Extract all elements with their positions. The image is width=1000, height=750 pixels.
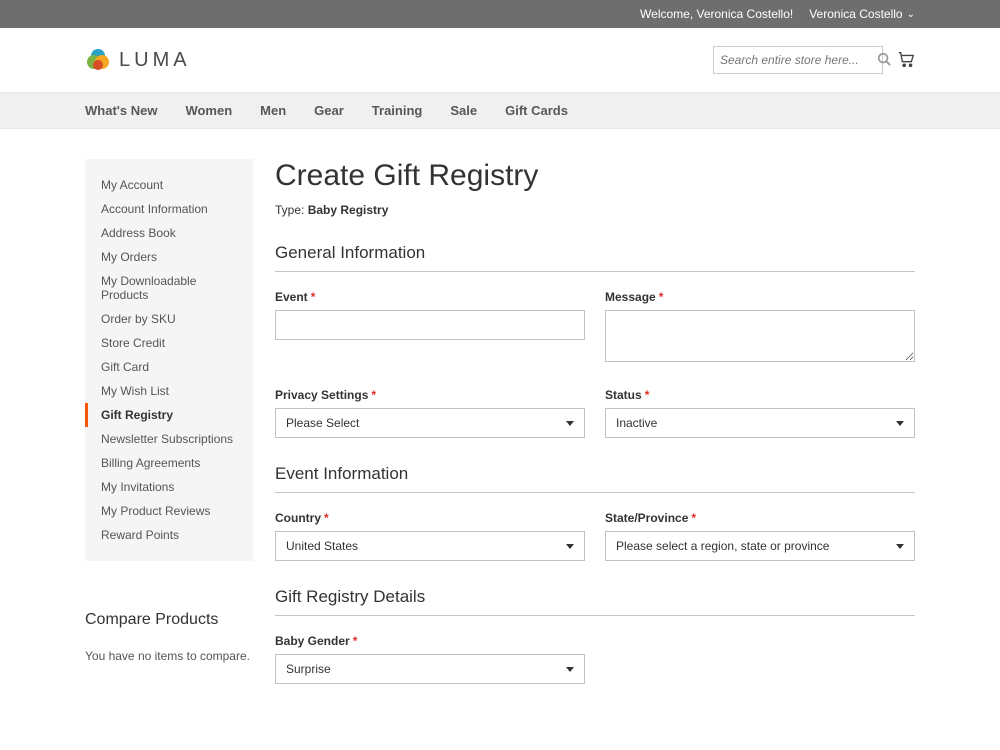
top-bar: Welcome, Veronica Costello! Veronica Cos… [0, 0, 1000, 28]
sidebar-item-wish-list[interactable]: My Wish List [85, 379, 253, 403]
sidebar-item-gift-card[interactable]: Gift Card [85, 355, 253, 379]
section-event-title: Event Information [275, 464, 915, 493]
main: Create Gift Registry Type: Baby Registry… [275, 159, 915, 710]
baby-gender-select[interactable]: Surprise [275, 654, 585, 684]
status-select[interactable]: Inactive [605, 408, 915, 438]
nav-training[interactable]: Training [372, 103, 423, 118]
sidebar-item-order-by-sku[interactable]: Order by SKU [85, 307, 253, 331]
country-label: Country* [275, 511, 585, 525]
user-name: Veronica Costello [809, 7, 902, 21]
message-input[interactable] [605, 310, 915, 362]
sidebar: My Account Account Information Address B… [85, 159, 253, 663]
header: LUMA [0, 28, 1000, 92]
status-label: Status* [605, 388, 915, 402]
event-input[interactable] [275, 310, 585, 340]
page-title: Create Gift Registry [275, 159, 915, 193]
sidebar-item-billing[interactable]: Billing Agreements [85, 451, 253, 475]
event-label: Event* [275, 290, 585, 304]
nav-women[interactable]: Women [185, 103, 232, 118]
state-select[interactable]: Please select a region, state or provinc… [605, 531, 915, 561]
logo-icon [85, 47, 111, 73]
nav-whats-new[interactable]: What's New [85, 103, 157, 118]
account-nav: My Account Account Information Address B… [85, 159, 253, 561]
privacy-select[interactable]: Please Select [275, 408, 585, 438]
compare-title: Compare Products [85, 611, 253, 629]
logo[interactable]: LUMA [85, 47, 191, 73]
state-label: State/Province* [605, 511, 915, 525]
main-nav: What's New Women Men Gear Training Sale … [0, 92, 1000, 129]
message-label: Message* [605, 290, 915, 304]
sidebar-item-downloadable[interactable]: My Downloadable Products [85, 269, 253, 307]
sidebar-item-gift-registry[interactable]: Gift Registry [85, 403, 253, 427]
country-select[interactable]: United States [275, 531, 585, 561]
sidebar-item-store-credit[interactable]: Store Credit [85, 331, 253, 355]
sidebar-item-address-book[interactable]: Address Book [85, 221, 253, 245]
compare-empty-text: You have no items to compare. [85, 649, 253, 663]
cart-icon[interactable] [897, 50, 915, 71]
search-input[interactable] [720, 53, 877, 67]
nav-sale[interactable]: Sale [450, 103, 477, 118]
chevron-down-icon: ⌄ [907, 9, 915, 20]
nav-gift-cards[interactable]: Gift Cards [505, 103, 568, 118]
logo-text: LUMA [119, 49, 191, 72]
sidebar-item-reviews[interactable]: My Product Reviews [85, 499, 253, 523]
sidebar-item-newsletter[interactable]: Newsletter Subscriptions [85, 427, 253, 451]
sidebar-item-reward-points[interactable]: Reward Points [85, 523, 253, 547]
section-general-title: General Information [275, 243, 915, 272]
welcome-text: Welcome, Veronica Costello! [640, 7, 793, 21]
user-menu-toggle[interactable]: Veronica Costello ⌄ [809, 7, 915, 21]
sidebar-item-account-info[interactable]: Account Information [85, 197, 253, 221]
search-icon[interactable] [877, 52, 891, 69]
sidebar-item-invitations[interactable]: My Invitations [85, 475, 253, 499]
sidebar-item-my-orders[interactable]: My Orders [85, 245, 253, 269]
registry-type: Type: Baby Registry [275, 203, 915, 217]
section-details-title: Gift Registry Details [275, 587, 915, 616]
nav-men[interactable]: Men [260, 103, 286, 118]
privacy-label: Privacy Settings* [275, 388, 585, 402]
search-box[interactable] [713, 46, 883, 74]
compare-block: Compare Products You have no items to co… [85, 611, 253, 663]
baby-gender-label: Baby Gender* [275, 634, 585, 648]
sidebar-item-my-account[interactable]: My Account [85, 173, 253, 197]
nav-gear[interactable]: Gear [314, 103, 344, 118]
